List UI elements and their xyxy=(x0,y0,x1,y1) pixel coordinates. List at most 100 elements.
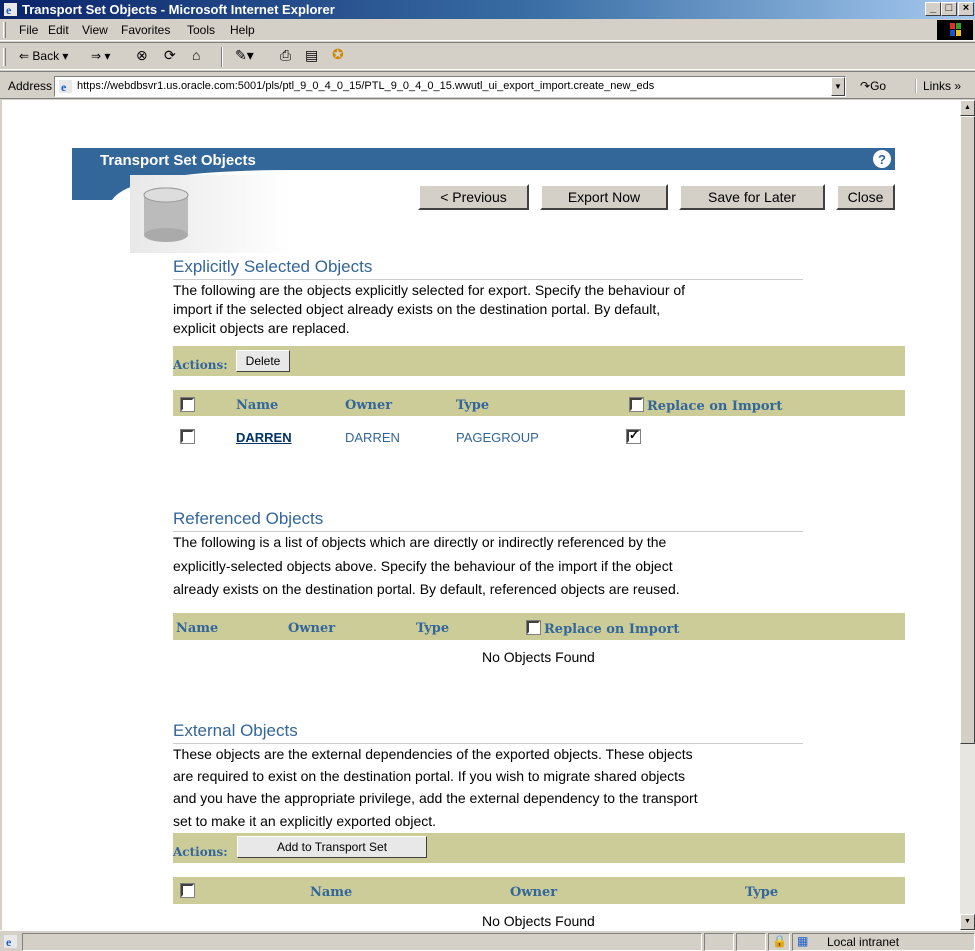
svg-text:e: e xyxy=(6,3,12,17)
menu-favorites[interactable]: Favorites xyxy=(121,23,170,37)
back-arrow-icon: ⇐ xyxy=(19,49,33,63)
save-for-later-button[interactable]: Save for Later xyxy=(679,184,825,210)
status-bar: e 🔒 ▦ Local intranet xyxy=(0,930,975,951)
address-url: https://webdbsvr1.us.oracle.com:5001/pls… xyxy=(77,80,655,92)
zone-pane: ▦ Local intranet xyxy=(792,933,975,951)
object-owner: DARREN xyxy=(345,430,400,445)
referenced-desc-3: already exists on the destination portal… xyxy=(173,581,680,597)
external-section-title: External Objects xyxy=(173,721,298,740)
scroll-up-icon[interactable]: ▲ xyxy=(960,100,975,116)
back-button[interactable]: ⇐ Back ▾ xyxy=(19,49,68,63)
menu-file[interactable]: File xyxy=(19,23,38,37)
row-select-checkbox[interactable] xyxy=(180,429,195,444)
external-desc-4: set to make it an explicitly exported ob… xyxy=(173,813,437,829)
scroll-thumb[interactable] xyxy=(960,116,975,744)
standard-toolbar: ⇐ Back ▾ ⇒ ▾ ⊗ ⟳ ⌂ ✎▾ ⎙ ▤ ✪ xyxy=(0,42,975,70)
external-header-owner[interactable]: Owner xyxy=(510,885,557,900)
document-icon[interactable]: ▤ xyxy=(305,47,318,64)
svg-text:e: e xyxy=(6,935,12,949)
messenger-icon[interactable]: ✪ xyxy=(332,46,344,63)
address-input[interactable]: e https://webdbsvr1.us.oracle.com:5001/p… xyxy=(54,76,846,97)
page-icon: e xyxy=(59,80,72,94)
referenced-section-title: Referenced Objects xyxy=(173,509,324,528)
address-bar: Address e https://webdbsvr1.us.oracle.co… xyxy=(0,71,975,99)
explicit-desc-3: explicit objects are replaced. xyxy=(173,320,350,336)
external-header-type[interactable]: Type xyxy=(745,885,778,900)
help-icon[interactable]: ? xyxy=(873,150,891,168)
back-label: Back xyxy=(32,49,60,63)
external-actions-label: Actions: xyxy=(173,845,228,859)
select-all-explicit-checkbox[interactable] xyxy=(180,397,195,412)
menu-help[interactable]: Help xyxy=(230,23,255,37)
previous-button[interactable]: < Previous xyxy=(418,184,529,210)
referenced-header-owner[interactable]: Owner xyxy=(288,621,335,636)
replace-all-explicit-checkbox[interactable] xyxy=(629,397,644,412)
menu-grip xyxy=(3,22,6,38)
object-name-link[interactable]: DARREN xyxy=(236,430,292,445)
referenced-desc-1: The following is a list of objects which… xyxy=(173,534,667,550)
print-icon[interactable]: ⎙ xyxy=(280,47,291,64)
menu-view[interactable]: View xyxy=(82,23,108,37)
browser-window: e Transport Set Objects - Microsoft Inte… xyxy=(0,0,975,951)
scroll-down-icon[interactable]: ▼ xyxy=(960,914,975,930)
status-text-pane xyxy=(22,933,702,951)
database-graphic-icon xyxy=(130,175,290,253)
referenced-desc-2: explicitly-selected objects above. Speci… xyxy=(173,558,673,574)
row-replace-checkbox[interactable] xyxy=(626,428,641,444)
explicit-header-owner[interactable]: Owner xyxy=(345,398,392,413)
toolbar-grip xyxy=(3,48,6,66)
vertical-scrollbar[interactable]: ▲ ▼ xyxy=(960,100,975,930)
go-arrow-icon: ↷ xyxy=(860,79,871,93)
external-rule xyxy=(173,743,803,744)
address-dropdown-icon[interactable]: ▼ xyxy=(831,77,845,96)
toolbar-separator xyxy=(221,47,223,67)
delete-button[interactable]: Delete xyxy=(236,350,290,372)
minimize-button[interactable]: _ xyxy=(925,2,941,16)
menu-tools[interactable]: Tools xyxy=(187,23,215,37)
explicit-header-replace: Replace on Import xyxy=(647,399,783,414)
stop-icon[interactable]: ⊗ xyxy=(136,47,148,64)
ie-logo-icon: e xyxy=(4,3,17,17)
external-empty-text: No Objects Found xyxy=(482,913,595,929)
explicit-actions-label: Actions: xyxy=(173,358,228,372)
close-window-button[interactable]: × xyxy=(958,2,974,16)
referenced-header-replace: Replace on Import xyxy=(544,622,680,637)
add-to-transport-set-button[interactable]: Add to Transport Set xyxy=(237,836,427,858)
title-bar: e Transport Set Objects - Microsoft Inte… xyxy=(0,0,975,19)
replace-all-referenced-checkbox[interactable] xyxy=(526,620,541,635)
zone-label: Local intranet xyxy=(827,935,900,949)
status-pane-progress xyxy=(704,933,734,951)
forward-button[interactable]: ⇒ ▾ xyxy=(91,49,110,63)
address-label: Address xyxy=(8,79,53,93)
explicit-header-bar xyxy=(173,390,905,416)
edit-page-icon[interactable]: ✎▾ xyxy=(235,47,254,64)
select-all-external-checkbox[interactable] xyxy=(180,883,195,898)
referenced-empty-text: No Objects Found xyxy=(482,649,595,665)
explicit-header-name[interactable]: Name xyxy=(236,398,278,413)
go-button[interactable]: ↷Go xyxy=(860,79,886,93)
links-button[interactable]: Links » xyxy=(915,79,961,93)
referenced-header-name[interactable]: Name xyxy=(176,621,218,636)
object-type: PAGEGROUP xyxy=(456,430,539,445)
explicit-header-type[interactable]: Type xyxy=(456,398,489,413)
home-icon[interactable]: ⌂ xyxy=(192,47,200,63)
close-button[interactable]: Close xyxy=(836,184,895,210)
maximize-button[interactable]: □ xyxy=(941,2,957,16)
menu-bar: File Edit View Favorites Tools Help xyxy=(0,19,975,41)
windows-logo-icon xyxy=(937,20,973,40)
export-now-button[interactable]: Export Now xyxy=(540,184,668,210)
svg-text:e: e xyxy=(61,80,67,94)
explicit-desc-1: The following are the objects explicitly… xyxy=(173,282,686,298)
lock-icon: 🔒 xyxy=(772,934,787,948)
page-title: Transport Set Objects xyxy=(100,152,256,169)
status-pane-blank xyxy=(736,933,766,951)
explicit-section-title: Explicitly Selected Objects xyxy=(173,257,373,276)
content-area-top xyxy=(2,100,960,142)
refresh-icon[interactable]: ⟳ xyxy=(164,47,176,64)
intranet-icon: ▦ xyxy=(797,934,809,948)
referenced-header-type[interactable]: Type xyxy=(416,621,449,636)
lock-pane: 🔒 xyxy=(768,933,790,951)
menu-edit[interactable]: Edit xyxy=(48,23,69,37)
go-label: Go xyxy=(870,79,887,93)
external-header-name[interactable]: Name xyxy=(310,885,352,900)
